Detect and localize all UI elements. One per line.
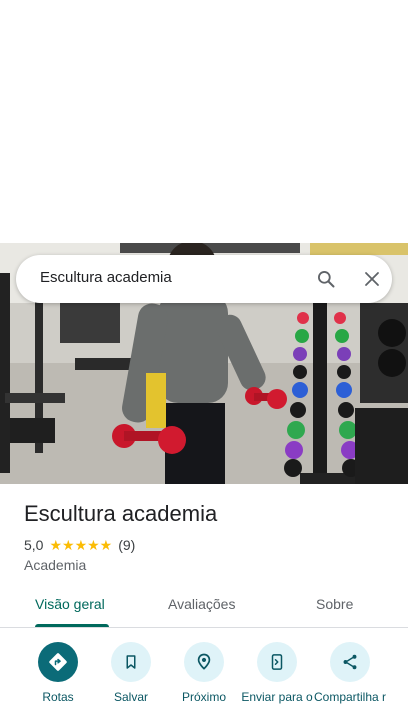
place-category: Academia	[24, 557, 87, 573]
directions-button[interactable]: Rotas	[18, 642, 98, 704]
share-label: Compartilha r	[313, 690, 387, 704]
search-icon[interactable]	[314, 267, 338, 291]
star-rating-icon: ★★★★★	[49, 536, 113, 553]
tab-bar: Visão geral Avaliações Sobre	[0, 584, 408, 628]
close-icon[interactable]	[360, 267, 384, 291]
nearby-label: Próximo	[181, 690, 226, 704]
directions-label: Rotas	[42, 690, 74, 704]
tab-reviews[interactable]: Avaliações	[168, 596, 235, 612]
tab-overview[interactable]: Visão geral	[35, 596, 105, 612]
active-tab-indicator	[35, 624, 109, 627]
nearby-button[interactable]: Próximo	[164, 642, 244, 704]
nearby-icon[interactable]	[184, 642, 224, 682]
send-to-phone-icon[interactable]	[257, 642, 297, 682]
bookmark-icon[interactable]	[111, 642, 151, 682]
blank-area	[0, 0, 408, 243]
review-count: (9)	[118, 537, 136, 553]
directions-icon[interactable]	[38, 642, 78, 682]
share-icon[interactable]	[330, 642, 370, 682]
rating-row[interactable]: 5,0 ★★★★★ (9)	[24, 536, 135, 554]
send-to-phone-button[interactable]: Enviar para o	[237, 642, 317, 704]
save-button[interactable]: Salvar	[91, 642, 171, 704]
rating-value: 5,0	[24, 537, 44, 553]
send-to-phone-label: Enviar para o	[241, 690, 313, 704]
place-title: Escultura academia	[24, 501, 218, 526]
search-bar[interactable]: Escultura academia	[16, 255, 392, 303]
search-input[interactable]: Escultura academia	[40, 269, 172, 286]
save-label: Salvar	[113, 690, 148, 704]
tab-about[interactable]: Sobre	[316, 596, 353, 612]
share-button[interactable]: Compartilha r	[310, 642, 390, 704]
